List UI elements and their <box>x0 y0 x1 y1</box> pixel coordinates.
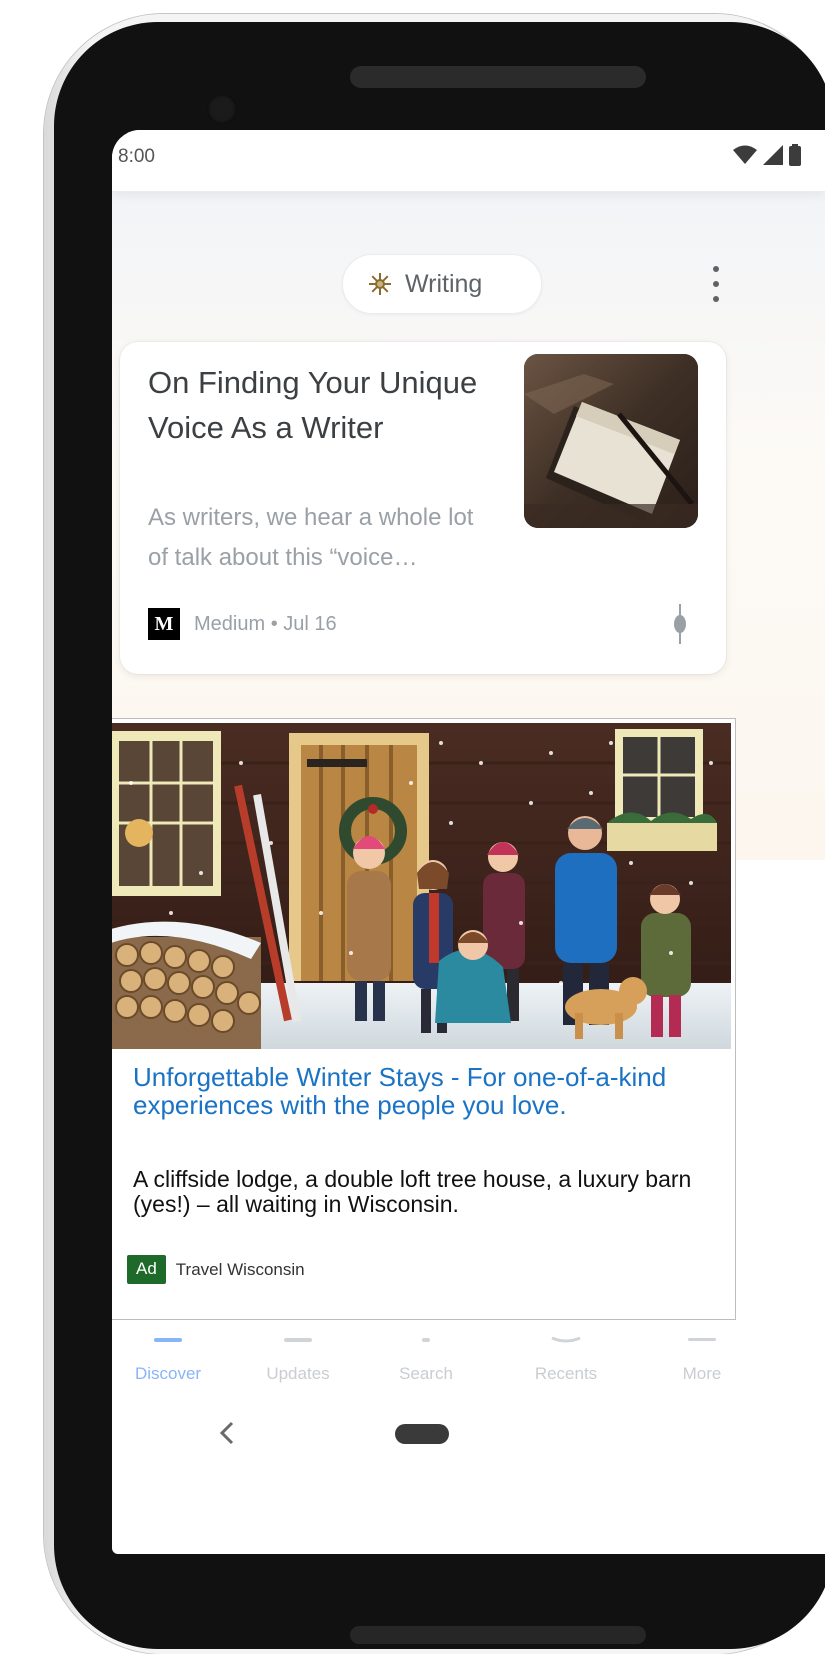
updates-icon <box>284 1338 312 1342</box>
front-camera <box>207 94 237 124</box>
article-menu-icon[interactable] <box>672 604 688 644</box>
status-icons <box>733 144 801 166</box>
discover-icon <box>154 1338 182 1342</box>
recents-icon <box>551 1336 581 1343</box>
topic-chip-label: Writing <box>405 269 483 298</box>
article-thumbnail[interactable] <box>524 354 698 528</box>
nav-item-more[interactable]: More <box>642 1326 762 1396</box>
nav-item-recents[interactable]: Recents <box>506 1326 626 1396</box>
nav-item-discover[interactable]: Discover <box>112 1326 228 1396</box>
winter-family-photo-image <box>112 723 731 1049</box>
battery-icon <box>789 144 801 166</box>
ad-image[interactable] <box>112 723 731 1049</box>
more-options-icon[interactable] <box>708 262 724 306</box>
nav-item-search[interactable]: Search <box>366 1326 486 1396</box>
search-icon <box>422 1338 430 1342</box>
ad-footer: Ad Travel Wisconsin <box>127 1255 305 1284</box>
nav-item-updates[interactable]: Updates <box>238 1326 358 1396</box>
article-footer: M Medium • Jul 16 <box>148 608 337 640</box>
nav-label-more: More <box>682 1364 722 1383</box>
bottom-speaker <box>350 1626 646 1644</box>
status-time: 8:00 <box>118 146 155 167</box>
ad-headline[interactable]: Unforgettable Winter Stays - For one-of-… <box>133 1063 703 1119</box>
ad-card[interactable]: Unforgettable Winter Stays - For one-of-… <box>112 718 736 1320</box>
nav-label-search: Search <box>399 1364 453 1383</box>
notebook-photo-image <box>524 354 698 528</box>
home-button[interactable] <box>395 1424 449 1444</box>
article-source-meta: Medium • Jul 16 <box>194 612 337 635</box>
more-icon <box>688 1338 716 1341</box>
bottom-navigation: Discover Updates Search Recents More <box>112 1326 825 1396</box>
ad-advertiser[interactable]: Travel Wisconsin <box>176 1260 305 1280</box>
medium-logo: M <box>148 608 180 640</box>
cell-signal-icon <box>763 145 783 165</box>
ad-description: A cliffside lodge, a double loft tree ho… <box>133 1166 692 1217</box>
wifi-icon <box>733 145 757 164</box>
nav-label-discover: Discover <box>134 1364 202 1383</box>
topic-chip-writing[interactable]: Writing <box>342 254 542 314</box>
topic-sparkle-icon <box>369 273 391 295</box>
back-icon[interactable] <box>212 1418 242 1448</box>
article-title[interactable]: On Finding Your Unique Voice As a Writer <box>148 360 488 450</box>
ad-badge: Ad <box>127 1255 166 1284</box>
status-bar: 8:00 <box>112 130 825 192</box>
phone-screen: 8:00 Writing On Finding Your Unique Voic… <box>112 130 825 1554</box>
article-snippet: As writers, we hear a whole lot of talk … <box>148 504 474 571</box>
nav-label-updates: Updates <box>266 1364 330 1383</box>
nav-label-recents: Recents <box>534 1364 598 1383</box>
article-card[interactable]: On Finding Your Unique Voice As a Writer… <box>120 342 726 674</box>
earpiece-speaker <box>350 66 646 88</box>
system-navigation <box>112 1396 825 1476</box>
